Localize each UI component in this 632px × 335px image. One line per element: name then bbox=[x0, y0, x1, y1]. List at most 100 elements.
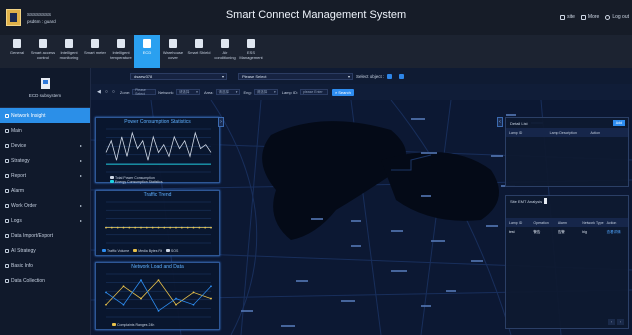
power-chart bbox=[105, 128, 212, 173]
site-button[interactable]: site bbox=[560, 14, 575, 20]
detail-link[interactable]: 查看详情 bbox=[604, 230, 628, 235]
filter-bar-secondary: ◀ ○ ○ Zone: Please Select Network: 请选择 ▾ … bbox=[91, 84, 632, 100]
prev-page-button[interactable]: ‹ bbox=[608, 319, 615, 325]
search-label: Search bbox=[338, 89, 351, 95]
lamp-id-label: Lamp ID: bbox=[281, 89, 298, 95]
chevron-down-icon: ▾ bbox=[196, 90, 198, 94]
nav-item-label: Air conditioning bbox=[214, 50, 236, 60]
monitor-icon bbox=[65, 39, 73, 48]
sidebar-item-logs[interactable]: Logs ▸ bbox=[0, 213, 90, 228]
sidebar-item-alarm[interactable]: Alarm bbox=[0, 183, 90, 198]
home-icon bbox=[5, 128, 9, 133]
search-button[interactable]: ⌕ Search bbox=[331, 88, 354, 96]
data-point bbox=[180, 226, 183, 229]
area-label: Area: bbox=[203, 89, 214, 95]
network-select[interactable]: 请选择 ▾ bbox=[175, 89, 200, 95]
legend-label: Traffic Volume bbox=[107, 249, 130, 253]
detail-list-panel: Detail List Add Lamp ID Lamp Description… bbox=[505, 117, 629, 187]
site-analysis-header: Site EMT Analysis bbox=[506, 196, 628, 206]
nav-item-ecd[interactable]: ECD bbox=[134, 35, 160, 68]
table-row[interactable]: test 警告 告警 big 查看详情 bbox=[506, 227, 628, 237]
eng-select[interactable]: 请选择 ▾ bbox=[253, 89, 278, 95]
nav-item-ess[interactable]: ESS Management bbox=[238, 35, 264, 68]
legend-item: Media Bytes Rt bbox=[133, 249, 162, 253]
cursor-marker bbox=[544, 198, 548, 204]
nav-item-meter[interactable]: Smart meter bbox=[82, 35, 108, 68]
sidebar-item-report[interactable]: Report ▸ bbox=[0, 168, 90, 183]
column-header: Action bbox=[590, 130, 601, 135]
nav-item-temperature[interactable]: Intelligent temperature bbox=[108, 35, 134, 68]
sidebar-item-device[interactable]: Device ▸ bbox=[0, 138, 90, 153]
data-point bbox=[105, 303, 107, 306]
nav-item-warehouse[interactable]: Warehouse cover bbox=[160, 35, 186, 68]
network-label: Network: bbox=[158, 89, 174, 95]
sidebar-item-data[interactable]: Data Import/Export bbox=[0, 228, 90, 243]
data-point bbox=[151, 226, 154, 229]
zone-input[interactable]: Please Select bbox=[132, 88, 157, 96]
subsystem-icon bbox=[40, 77, 50, 89]
alarm-icon bbox=[5, 188, 9, 193]
sidebar-item-strategy[interactable]: Strategy ▸ bbox=[0, 153, 90, 168]
top-bar: SSSSSSSS psd6m : guard Smart Connect Man… bbox=[0, 0, 632, 35]
sidebar-item-work-order[interactable]: Work Order ▸ bbox=[0, 198, 90, 213]
column-header: Alarm bbox=[557, 220, 567, 225]
nav-item-monitor[interactable]: Intelligent monitoring bbox=[56, 35, 82, 68]
data-point bbox=[128, 226, 131, 229]
object-checkbox-1[interactable] bbox=[387, 73, 393, 79]
data-point bbox=[140, 226, 142, 229]
app-logo bbox=[6, 9, 21, 26]
next-page-button[interactable]: › bbox=[617, 319, 624, 325]
logout-button[interactable]: Log out bbox=[605, 14, 629, 20]
column-header: Lamp ID bbox=[509, 220, 523, 225]
subsystem-card[interactable]: ECD subsystem bbox=[0, 68, 90, 108]
data-point bbox=[110, 226, 113, 229]
chevron-right-icon: ▸ bbox=[79, 173, 82, 178]
meter-icon bbox=[91, 39, 99, 48]
data-point bbox=[210, 297, 212, 300]
sidebar-item-ai[interactable]: AI Strategy bbox=[0, 243, 90, 258]
more-button[interactable]: More bbox=[580, 14, 599, 20]
sidebar-item-home[interactable]: Main bbox=[0, 123, 90, 138]
region-select[interactable]: dsaew378 ▾ bbox=[130, 72, 227, 80]
data-point bbox=[175, 297, 177, 300]
detail-list-title: Detail List bbox=[510, 120, 528, 126]
lamp-id-input[interactable]: please Enter bbox=[299, 89, 328, 95]
network-chart-panel: Network Load and Data Complaints Ranges … bbox=[95, 262, 220, 330]
power-chart-panel: Power Consumption Statistics Total Power… bbox=[95, 117, 220, 184]
traffic-chart-panel: Traffic Trend Traffic Volume Media Bytes… bbox=[95, 190, 220, 256]
refresh-icon[interactable]: ○ bbox=[105, 89, 108, 95]
legend-label: Media Bytes Rt bbox=[138, 249, 162, 253]
data-point bbox=[122, 303, 125, 306]
first-page-icon[interactable]: ◀ bbox=[97, 89, 101, 95]
ai-icon bbox=[5, 248, 9, 253]
sidebar-item-network[interactable]: Network Insight bbox=[0, 108, 90, 123]
add-button[interactable]: Add bbox=[612, 120, 625, 126]
top-actions: site More Log out bbox=[560, 14, 629, 20]
sidebar-item-info[interactable]: Basic Info bbox=[0, 258, 90, 273]
nav-item-label: Smart access control bbox=[30, 50, 56, 60]
sidebar-item-label: Main bbox=[11, 127, 22, 134]
data-point bbox=[157, 279, 160, 282]
collapse-right-panel-button[interactable]: ‹ bbox=[497, 117, 503, 127]
area-select[interactable]: 请选择 ▾ bbox=[215, 89, 240, 95]
nav-item-shield[interactable]: Smart Shield bbox=[186, 35, 212, 68]
nav-item-label: General bbox=[9, 50, 25, 55]
data-point bbox=[192, 226, 195, 229]
nav-item-access[interactable]: Smart access control bbox=[30, 35, 56, 68]
aircon-icon bbox=[221, 39, 229, 48]
sidebar: ECD subsystem Network Insight Main Device ▸… bbox=[0, 68, 91, 335]
object-select[interactable]: Please Select ▾ bbox=[238, 72, 353, 80]
reset-icon[interactable]: ○ bbox=[112, 89, 115, 95]
nav-item-general[interactable]: General bbox=[4, 35, 30, 68]
sidebar-item-label: Work Order bbox=[11, 202, 37, 209]
chevron-down-icon: ▾ bbox=[273, 90, 276, 94]
work-order-icon bbox=[5, 203, 9, 208]
sidebar-item-collection[interactable]: Data Collection bbox=[0, 273, 90, 288]
object-checkbox-2[interactable] bbox=[399, 73, 405, 79]
nav-item-aircon[interactable]: Air conditioning bbox=[212, 35, 238, 68]
data-point bbox=[192, 291, 195, 294]
collapse-left-panel-button[interactable]: › bbox=[218, 117, 224, 127]
eng-value: 请选择 bbox=[256, 89, 268, 94]
ess-icon bbox=[247, 39, 255, 48]
info-icon bbox=[5, 263, 9, 268]
